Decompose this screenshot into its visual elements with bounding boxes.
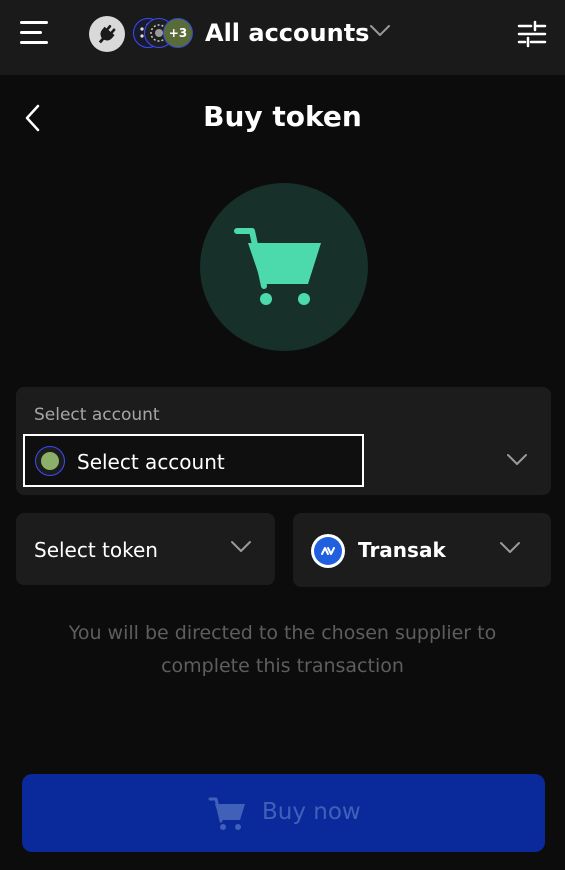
chevron-down-icon[interactable] <box>506 453 528 467</box>
chevron-down-icon[interactable] <box>369 24 391 38</box>
provider-name: Transak <box>358 538 446 562</box>
shopping-cart-illustration <box>200 183 368 351</box>
chevron-down-icon <box>231 541 251 552</box>
shopping-cart-icon <box>208 797 245 830</box>
transak-logo-icon <box>311 534 345 568</box>
token-select-dropdown[interactable]: Select token <box>16 513 275 585</box>
buy-now-button[interactable]: Buy now <box>22 774 545 852</box>
account-selector-card: Select account Select account <box>16 387 551 495</box>
account-select-value: Select account <box>77 450 225 474</box>
account-avatars[interactable]: +3 <box>133 18 195 50</box>
account-selector-title[interactable]: All accounts <box>205 19 369 47</box>
info-message: You will be directed to the chosen suppl… <box>68 622 497 677</box>
buy-now-label: Buy now <box>262 799 361 825</box>
more-accounts-badge: +3 <box>163 18 193 48</box>
chevron-down-icon <box>500 542 520 553</box>
filter-sliders-icon[interactable] <box>516 20 548 48</box>
account-select-field[interactable]: Select account <box>23 434 364 487</box>
connection-plug-icon[interactable] <box>89 16 125 52</box>
page-title: Buy token <box>203 100 362 133</box>
top-bar: +3 All accounts <box>0 0 565 75</box>
token-select-label: Select token <box>34 538 158 562</box>
hamburger-menu-icon[interactable] <box>20 21 48 45</box>
account-field-label: Select account <box>34 405 160 425</box>
shopping-cart-icon <box>234 228 321 305</box>
provider-select-dropdown[interactable]: Transak <box>293 513 551 587</box>
account-avatar-icon <box>35 446 65 476</box>
